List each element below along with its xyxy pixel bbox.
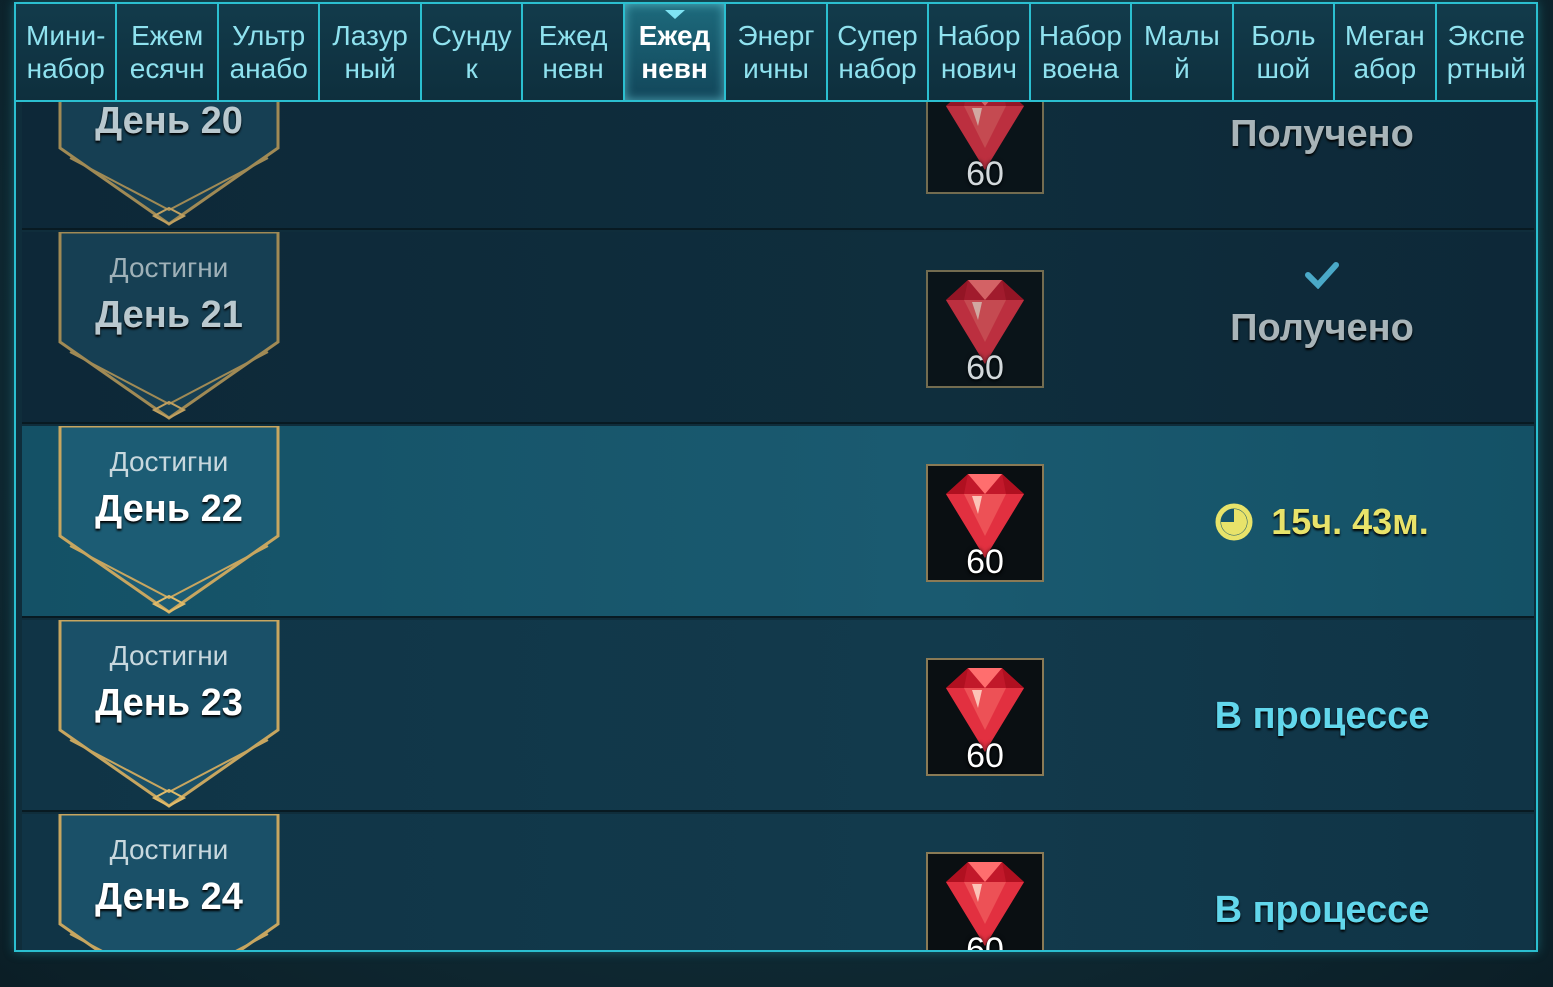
clock-icon [1215, 503, 1253, 541]
badge-subtitle: Достигни [109, 834, 229, 865]
tab-daily-2[interactable]: Ежед невн [624, 4, 727, 100]
tab-label: Ультр анабо [229, 20, 308, 84]
status-text: В процессе [1214, 694, 1430, 737]
reward-slot[interactable]: 60 [926, 102, 1044, 194]
reward-slot[interactable]: 60 [926, 852, 1044, 950]
reward-slot[interactable]: 60 [926, 658, 1044, 776]
list-item: Достигни День 21 60 Получено [22, 232, 1534, 424]
badge-day: День 23 [95, 682, 243, 724]
tab-big[interactable]: Боль шой [1233, 4, 1336, 100]
status-area: Получено [1162, 102, 1482, 230]
status-received: Получено [1230, 113, 1414, 156]
tab-label: Ежем есячн [129, 20, 205, 84]
badge-subtitle: Достигни [109, 252, 229, 283]
tab-ultra-pack[interactable]: Ультр анабо [218, 4, 321, 100]
day-badge: День 20 [58, 102, 280, 230]
tab-chest[interactable]: Сунду к [421, 4, 524, 100]
tab-label: Боль шой [1251, 20, 1316, 84]
tab-monthly[interactable]: Ежем есячн [117, 4, 219, 100]
tab-label: Энерг ичны [737, 20, 815, 84]
reward-count: 60 [966, 543, 1004, 581]
status-timer: 15ч. 43м. [1215, 501, 1429, 543]
list-item: Достигни День 24 60 В процессе [22, 814, 1534, 950]
list-item: Достигни День 22 60 15ч. 43м. [22, 426, 1534, 618]
tab-label: Экспе ртный [1446, 20, 1526, 84]
tab-label: Лазур ный [332, 20, 408, 84]
reward-slot[interactable]: 60 [926, 464, 1044, 582]
tab-mini-pack[interactable]: Мини- набор [16, 4, 118, 100]
status-area: В процессе [1162, 620, 1482, 812]
badge-subtitle: Достигни [109, 640, 229, 671]
badge-day: День 21 [95, 294, 243, 336]
list-item: Достигни День 23 60 В процессе [22, 620, 1534, 812]
tab-label: Набор нович [937, 20, 1021, 84]
tab-super-pack[interactable]: Супер набор [827, 4, 930, 100]
tab-label: Ежед невн [638, 20, 711, 84]
tab-label: Меган абор [1344, 20, 1425, 84]
tab-label: Набор воена [1038, 20, 1122, 84]
status-area: В процессе [1162, 814, 1482, 950]
reward-count: 60 [966, 931, 1004, 950]
status-area: Получено [1162, 232, 1482, 424]
check-icon [1305, 261, 1339, 289]
day-badge: Достигни День 23 [58, 620, 280, 812]
status-text: Получено [1230, 112, 1414, 155]
status-text: 15ч. 43м. [1271, 501, 1429, 542]
tab-azure[interactable]: Лазур ный [320, 4, 422, 100]
badge-day: День 20 [95, 102, 243, 142]
badge-day: День 22 [95, 488, 243, 530]
day-badge: Достигни День 24 [58, 814, 280, 950]
tab-label: Сунду к [431, 20, 512, 84]
tab-mega-pack[interactable]: Меган абор [1335, 4, 1437, 100]
reward-count: 60 [966, 155, 1004, 193]
status-text: В процессе [1214, 888, 1430, 931]
tab-expert[interactable]: Экспе ртный [1436, 4, 1536, 100]
list-item: День 20 60 Получено [22, 102, 1534, 230]
tab-label: Мини- набор [26, 20, 106, 84]
reward-count: 60 [966, 737, 1004, 775]
status-area: 15ч. 43м. [1162, 426, 1482, 618]
offers-panel: Мини- набор Ежем есячн Ультр анабо Лазур… [14, 2, 1538, 952]
tab-energy[interactable]: Энерг ичны [726, 4, 828, 100]
active-tab-indicator-icon [664, 10, 685, 19]
tab-warrior-pack[interactable]: Набор воена [1030, 4, 1133, 100]
tab-newbie-pack[interactable]: Набор нович [929, 4, 1031, 100]
day-badge: Достигни День 22 [58, 426, 280, 618]
day-badge: Достигни День 21 [58, 232, 280, 424]
reward-count: 60 [966, 349, 1004, 387]
tab-label: Супер набор [837, 20, 918, 84]
badge-subtitle: Достигни [109, 446, 229, 477]
tab-label: Ежед невн [538, 20, 608, 84]
status-text: Получено [1230, 306, 1414, 349]
tab-small[interactable]: Малы й [1132, 4, 1234, 100]
tab-bar: Мини- набор Ежем есячн Ультр анабо Лазур… [16, 4, 1536, 102]
tab-label: Малы й [1144, 20, 1220, 84]
reward-list[interactable]: День 20 60 Получено Достигни День 21 60 … [22, 102, 1534, 950]
status-received: Получено [1230, 261, 1414, 350]
reward-slot[interactable]: 60 [926, 270, 1044, 388]
tab-daily-1[interactable]: Ежед невн [523, 4, 625, 100]
badge-day: День 24 [95, 876, 243, 918]
